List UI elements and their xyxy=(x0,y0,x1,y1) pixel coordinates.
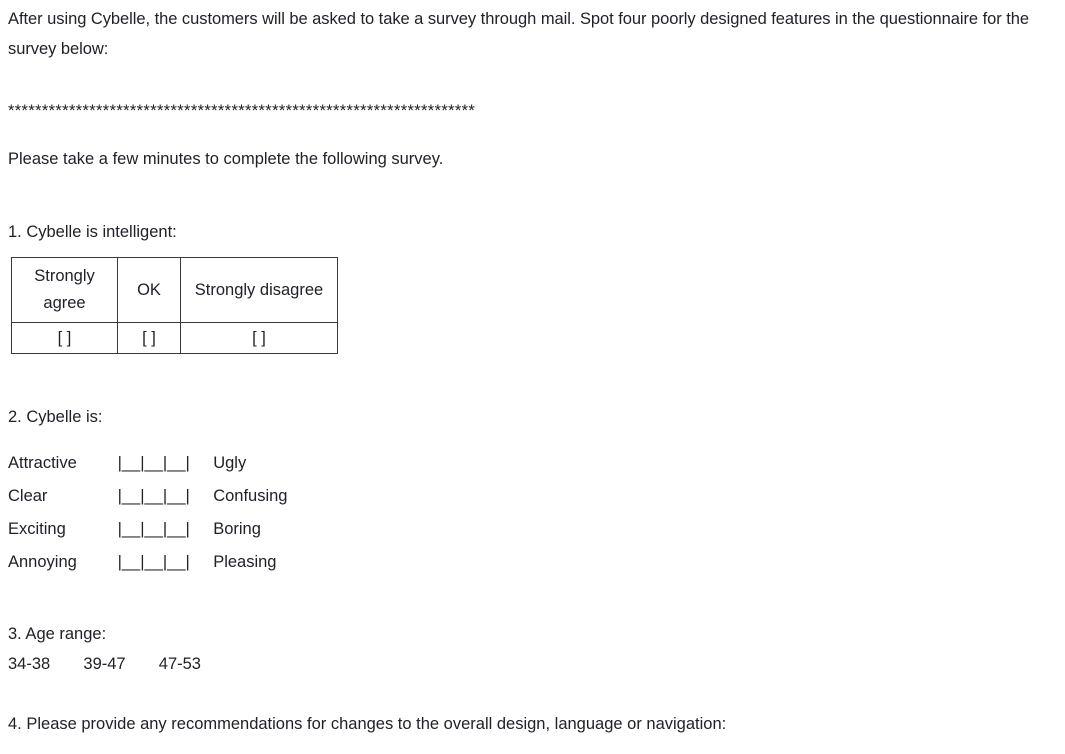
sd-scale-annoying-pleasing[interactable]: |__|__|__| xyxy=(118,546,208,579)
checkbox-strongly-disagree[interactable]: [ ] xyxy=(252,329,266,347)
sd-left-label: Attractive xyxy=(8,454,77,472)
sd-right-label: Pleasing xyxy=(213,553,277,571)
semantic-differential-row-clear-confusing: Clear |__|__|__| Confusing xyxy=(8,480,288,513)
age-range-option-2[interactable]: 39-47 xyxy=(83,651,125,677)
table-header-row: Strongly agree OK Strongly disagree xyxy=(11,257,338,323)
sd-right-label: Confusing xyxy=(213,487,288,505)
survey-document: After using Cybelle, the customers will … xyxy=(0,0,1065,754)
asterisk-separator: ****************************************… xyxy=(8,102,476,120)
table-header-text: Strongly disagree xyxy=(194,280,324,299)
sd-left-label: Exciting xyxy=(8,520,66,538)
question-3-label: 3. Age range: xyxy=(8,625,107,643)
table-header-cell-strongly-agree: Strongly agree xyxy=(11,257,118,323)
question-4-label: 4. Please provide any recommendations fo… xyxy=(8,715,727,733)
sd-left-label: Clear xyxy=(8,487,48,505)
intro-paragraph: After using Cybelle, the customers will … xyxy=(8,10,1029,58)
sd-right-label: Boring xyxy=(213,520,261,538)
semantic-differential-row-attractive-ugly: Attractive |__|__|__| Ugly xyxy=(8,447,288,480)
age-range-option-3[interactable]: 47-53 xyxy=(159,651,201,677)
checkbox-strongly-agree[interactable]: [ ] xyxy=(58,329,72,347)
table-row: [ ] [ ] [ ] xyxy=(11,322,338,354)
sd-scale-clear-confusing[interactable]: |__|__|__| xyxy=(118,480,208,513)
checkbox-cell-strongly-disagree[interactable]: [ ] xyxy=(180,322,338,354)
semantic-differential-row-annoying-pleasing: Annoying |__|__|__| Pleasing xyxy=(8,546,288,579)
checkbox-cell-strongly-agree[interactable]: [ ] xyxy=(11,322,118,354)
semantic-differential-list: Attractive |__|__|__| Ugly Clear |__|__|… xyxy=(8,447,288,579)
question-1-label: 1. Cybelle is intelligent: xyxy=(8,223,177,241)
table-header-cell-strongly-disagree: Strongly disagree xyxy=(180,257,338,323)
question-2-label: 2. Cybelle is: xyxy=(8,408,103,426)
checkbox-ok[interactable]: [ ] xyxy=(142,329,156,347)
table-header-cell-ok: OK xyxy=(117,257,181,323)
table-header-text: OK xyxy=(137,280,161,299)
age-range-options: 34-38 39-47 47-53 xyxy=(8,651,201,677)
survey-instruction: Please take a few minutes to complete th… xyxy=(8,150,444,168)
sd-scale-attractive-ugly[interactable]: |__|__|__| xyxy=(118,447,208,480)
semantic-differential-row-exciting-boring: Exciting |__|__|__| Boring xyxy=(8,513,288,546)
sd-right-label: Ugly xyxy=(213,454,247,472)
question-1-table: Strongly agree OK Strongly disagree [ ] … xyxy=(11,257,338,354)
sd-left-label: Annoying xyxy=(8,553,77,571)
sd-scale-exciting-boring[interactable]: |__|__|__| xyxy=(118,513,208,546)
checkbox-cell-ok[interactable]: [ ] xyxy=(117,322,181,354)
table-header-text: Strongly agree xyxy=(34,267,95,312)
age-range-option-1[interactable]: 34-38 xyxy=(8,651,50,677)
